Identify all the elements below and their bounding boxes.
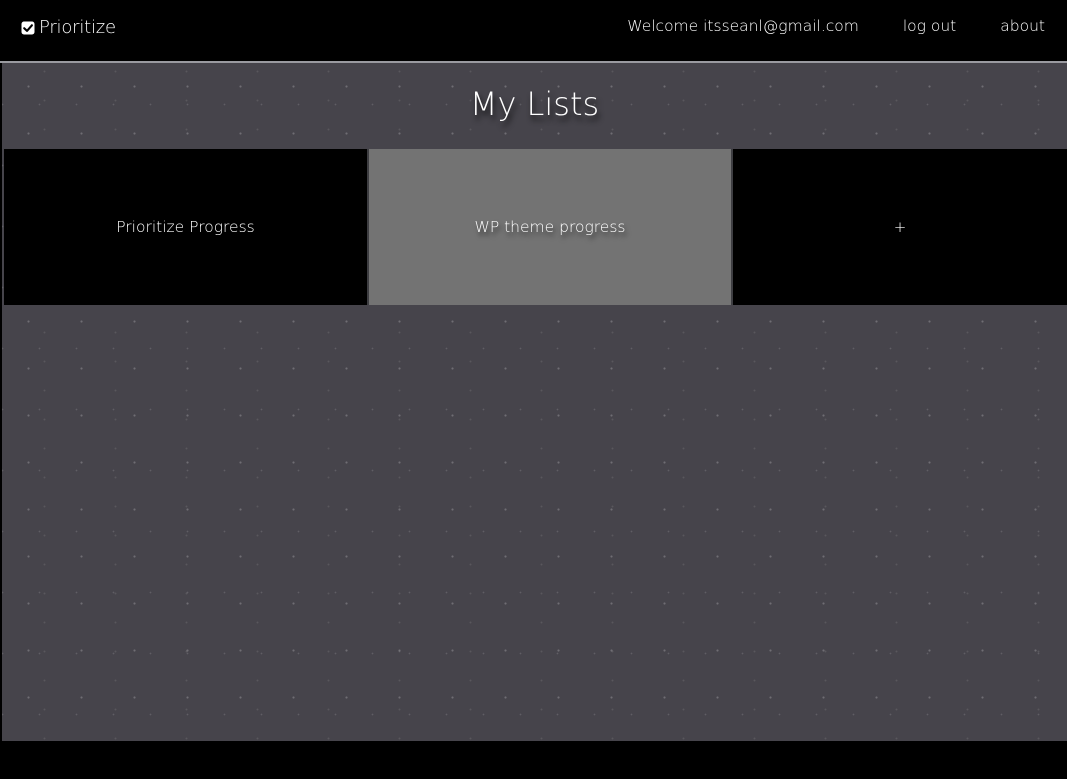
page-title: My Lists [469,85,600,123]
nav-right: Welcome itsseanl@gmail.com log out about [627,17,1045,35]
list-tile-prioritize-progress[interactable]: Prioritize Progress [4,149,367,305]
list-tile-wp-theme-progress[interactable]: WP theme progress [367,149,733,305]
list-tiles: Prioritize Progress WP theme progress + [4,149,1067,305]
main-content: My Lists Prioritize Progress WP theme pr… [2,63,1067,741]
footer-bar [0,741,1067,779]
about-link[interactable]: about [1000,17,1045,35]
add-list-button[interactable]: + [733,149,1067,305]
brand-link[interactable]: Prioritize [21,17,116,38]
logout-link[interactable]: log out [903,17,956,35]
welcome-text: Welcome itsseanl@gmail.com [627,17,859,35]
brand-label: Prioritize [39,17,116,38]
checkbox-checked-icon [21,21,35,34]
top-navbar: Prioritize Welcome itsseanl@gmail.com lo… [0,0,1067,61]
